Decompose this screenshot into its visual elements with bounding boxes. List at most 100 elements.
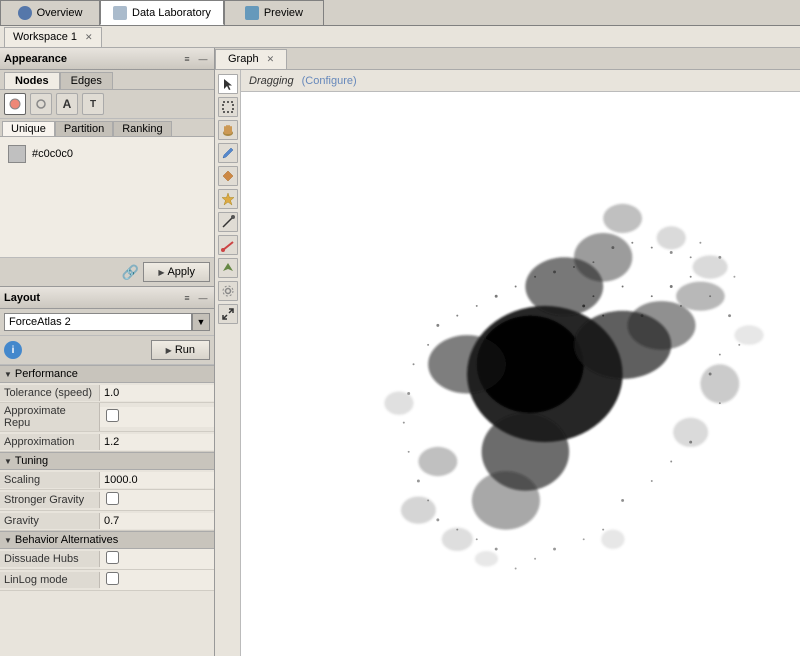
- prop-scaling: Scaling 1000.0: [0, 470, 214, 490]
- draw-edge-icon[interactable]: [218, 212, 238, 232]
- linlog-checkbox[interactable]: [106, 572, 119, 585]
- layout-title: Layout: [4, 292, 40, 304]
- color-swatch-row: #c0c0c0: [8, 145, 206, 163]
- size-icon[interactable]: [30, 93, 52, 115]
- sub-tab-unique[interactable]: Unique: [2, 121, 55, 136]
- eye-icon: [245, 6, 259, 20]
- color-area: #c0c0c0: [0, 137, 214, 257]
- prop-approx-repu-val[interactable]: [100, 407, 214, 427]
- tuning-collapse-icon: ▼: [4, 457, 12, 466]
- performance-label: Performance: [15, 368, 78, 380]
- label-size-icon[interactable]: T: [82, 93, 104, 115]
- tab-preview-label: Preview: [264, 7, 303, 19]
- info-icon[interactable]: i: [4, 341, 22, 359]
- appearance-header-icons: ≡ —: [180, 52, 210, 66]
- appearance-pin-icon[interactable]: ≡: [180, 52, 194, 66]
- pencil-tool-icon[interactable]: [218, 143, 238, 163]
- sub-tab-partition[interactable]: Partition: [55, 121, 113, 136]
- section-tuning[interactable]: ▼ Tuning: [0, 452, 214, 470]
- edges-tab[interactable]: Edges: [60, 72, 113, 89]
- workspace-tab[interactable]: Workspace 1 ✕: [4, 27, 102, 47]
- appearance-title: Appearance: [4, 53, 67, 65]
- appearance-minimize-icon[interactable]: —: [196, 52, 210, 66]
- tab-overview-label: Overview: [37, 7, 83, 19]
- star-icon[interactable]: [218, 189, 238, 209]
- prop-stronger-gravity-key: Stronger Gravity: [0, 492, 100, 508]
- graph-main: Dragging (Configure): [241, 70, 800, 656]
- sub-tab-ranking[interactable]: Ranking: [113, 121, 171, 136]
- prop-approximation-val[interactable]: 1.2: [100, 434, 214, 450]
- layout-section: Layout ≡ — ForceAtlas 2 ▼ i ▶ Run: [0, 287, 214, 656]
- plane-icon[interactable]: [218, 258, 238, 278]
- run-button[interactable]: ▶ Run: [151, 340, 210, 360]
- dragging-bar: Dragging (Configure): [241, 70, 800, 92]
- graph-content: Dragging (Configure): [215, 70, 800, 656]
- layout-select-row: ForceAtlas 2 ▼: [0, 309, 214, 336]
- configure-link[interactable]: (Configure): [302, 75, 357, 87]
- settings-icon[interactable]: [218, 281, 238, 301]
- layout-pin-icon[interactable]: ≡: [180, 291, 194, 305]
- sub-tabs: Unique Partition Ranking: [0, 119, 214, 137]
- right-panel: Graph ✕: [215, 48, 800, 656]
- node-edge-tabs: Nodes Edges: [0, 70, 214, 90]
- graph-tab-label: Graph: [228, 53, 259, 65]
- run-row: i ▶ Run: [0, 336, 214, 365]
- graph-tab[interactable]: Graph ✕: [215, 49, 287, 69]
- shrink-icon[interactable]: [218, 304, 238, 324]
- rect-select-icon[interactable]: [218, 97, 238, 117]
- section-performance[interactable]: ▼ Performance: [0, 365, 214, 383]
- network-graph: [241, 92, 800, 656]
- workspace-bar: Workspace 1 ✕: [0, 26, 800, 48]
- prop-approximation-key: Approximation: [0, 434, 100, 450]
- layout-minimize-icon[interactable]: —: [196, 291, 210, 305]
- behavior-label: Behavior Alternatives: [15, 534, 118, 546]
- erase-icon[interactable]: [218, 235, 238, 255]
- appearance-header: Appearance ≡ —: [0, 48, 214, 70]
- nodes-tab[interactable]: Nodes: [4, 72, 60, 89]
- tab-preview[interactable]: Preview: [224, 0, 324, 25]
- behavior-collapse-icon: ▼: [4, 536, 12, 545]
- apply-button[interactable]: ▶ Apply: [143, 262, 210, 282]
- prop-dissuade-hubs: Dissuade Hubs: [0, 549, 214, 570]
- prop-approx-repu-key: Approximate Repu: [0, 403, 100, 431]
- hand-tool-icon[interactable]: [218, 120, 238, 140]
- prop-linlog-key: LinLog mode: [0, 572, 100, 588]
- prop-tolerance: Tolerance (speed) 1.0: [0, 383, 214, 403]
- layout-header: Layout ≡ —: [0, 287, 214, 309]
- prop-dissuade-hubs-val[interactable]: [100, 549, 214, 569]
- prop-tolerance-key: Tolerance (speed): [0, 385, 100, 401]
- prop-gravity-val[interactable]: 0.7: [100, 513, 214, 529]
- run-play-icon: ▶: [166, 346, 172, 355]
- prop-tolerance-val[interactable]: 1.0: [100, 385, 214, 401]
- prop-stronger-gravity: Stronger Gravity: [0, 490, 214, 511]
- tab-overview[interactable]: Overview: [0, 0, 100, 25]
- color-icon[interactable]: [4, 93, 26, 115]
- prop-linlog-val[interactable]: [100, 570, 214, 590]
- link-icon[interactable]: 🔗: [122, 264, 139, 281]
- graph-canvas[interactable]: [241, 92, 800, 656]
- approx-repu-checkbox[interactable]: [106, 409, 119, 422]
- prop-approximation: Approximation 1.2: [0, 432, 214, 452]
- run-label: Run: [175, 344, 195, 356]
- prop-scaling-val[interactable]: 1000.0: [100, 472, 214, 488]
- workspace-close-icon[interactable]: ✕: [85, 32, 93, 43]
- layout-properties: ▼ Performance Tolerance (speed) 1.0 Appr…: [0, 365, 214, 656]
- label-color-icon[interactable]: A: [56, 93, 78, 115]
- appearance-toolbar: A T: [0, 90, 214, 119]
- layout-algorithm-select[interactable]: ForceAtlas 2: [4, 313, 192, 331]
- prop-approx-repu: Approximate Repu: [0, 403, 214, 432]
- dropdown-arrow-icon[interactable]: ▼: [192, 313, 210, 331]
- tab-data-laboratory[interactable]: Data Laboratory: [100, 0, 224, 25]
- prop-stronger-gravity-val[interactable]: [100, 490, 214, 510]
- dissuade-hubs-checkbox[interactable]: [106, 551, 119, 564]
- diamond-icon[interactable]: [218, 166, 238, 186]
- select-tool-icon[interactable]: [218, 74, 238, 94]
- dragging-label: Dragging: [249, 75, 294, 87]
- prop-linlog: LinLog mode: [0, 570, 214, 591]
- color-swatch[interactable]: [8, 145, 26, 163]
- prop-scaling-key: Scaling: [0, 472, 100, 488]
- stronger-gravity-checkbox[interactable]: [106, 492, 119, 505]
- section-behavior[interactable]: ▼ Behavior Alternatives: [0, 531, 214, 549]
- table-icon: [113, 6, 127, 20]
- graph-tab-close-icon[interactable]: ✕: [267, 54, 275, 65]
